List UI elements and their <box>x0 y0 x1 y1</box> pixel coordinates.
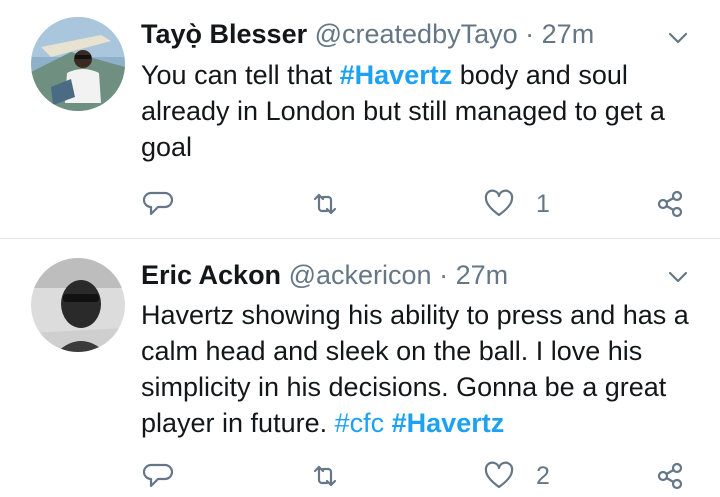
like-button[interactable]: 2 <box>484 458 550 494</box>
share-button[interactable] <box>655 458 685 494</box>
reply-button[interactable] <box>143 458 173 494</box>
chevron-down-icon[interactable] <box>666 265 690 289</box>
hashtag-link[interactable]: #Havertz <box>392 408 505 438</box>
reply-icon <box>143 463 173 488</box>
avatar-image <box>31 258 125 352</box>
display-name[interactable]: Eric Ackon <box>141 260 281 290</box>
text-segment <box>384 408 392 438</box>
avatar[interactable] <box>31 258 125 352</box>
tweet-text: Havertz showing his ability to press and… <box>141 297 690 441</box>
tweet[interactable]: Eric Ackon @ackericon · 27m Havertz show… <box>0 0 720 497</box>
retweet-icon <box>313 465 337 487</box>
tweet-actions: 2 <box>0 458 720 494</box>
handle[interactable]: @ackericon <box>289 260 432 290</box>
share-icon <box>657 462 683 490</box>
separator: · <box>439 260 449 290</box>
hashtag-link[interactable]: #cfc <box>335 408 385 438</box>
heart-icon <box>484 461 514 489</box>
like-count: 2 <box>536 461 550 490</box>
retweet-button[interactable] <box>310 458 340 494</box>
timestamp[interactable]: 27m <box>456 260 509 290</box>
tweet-header: Eric Ackon @ackericon · 27m <box>141 258 508 292</box>
